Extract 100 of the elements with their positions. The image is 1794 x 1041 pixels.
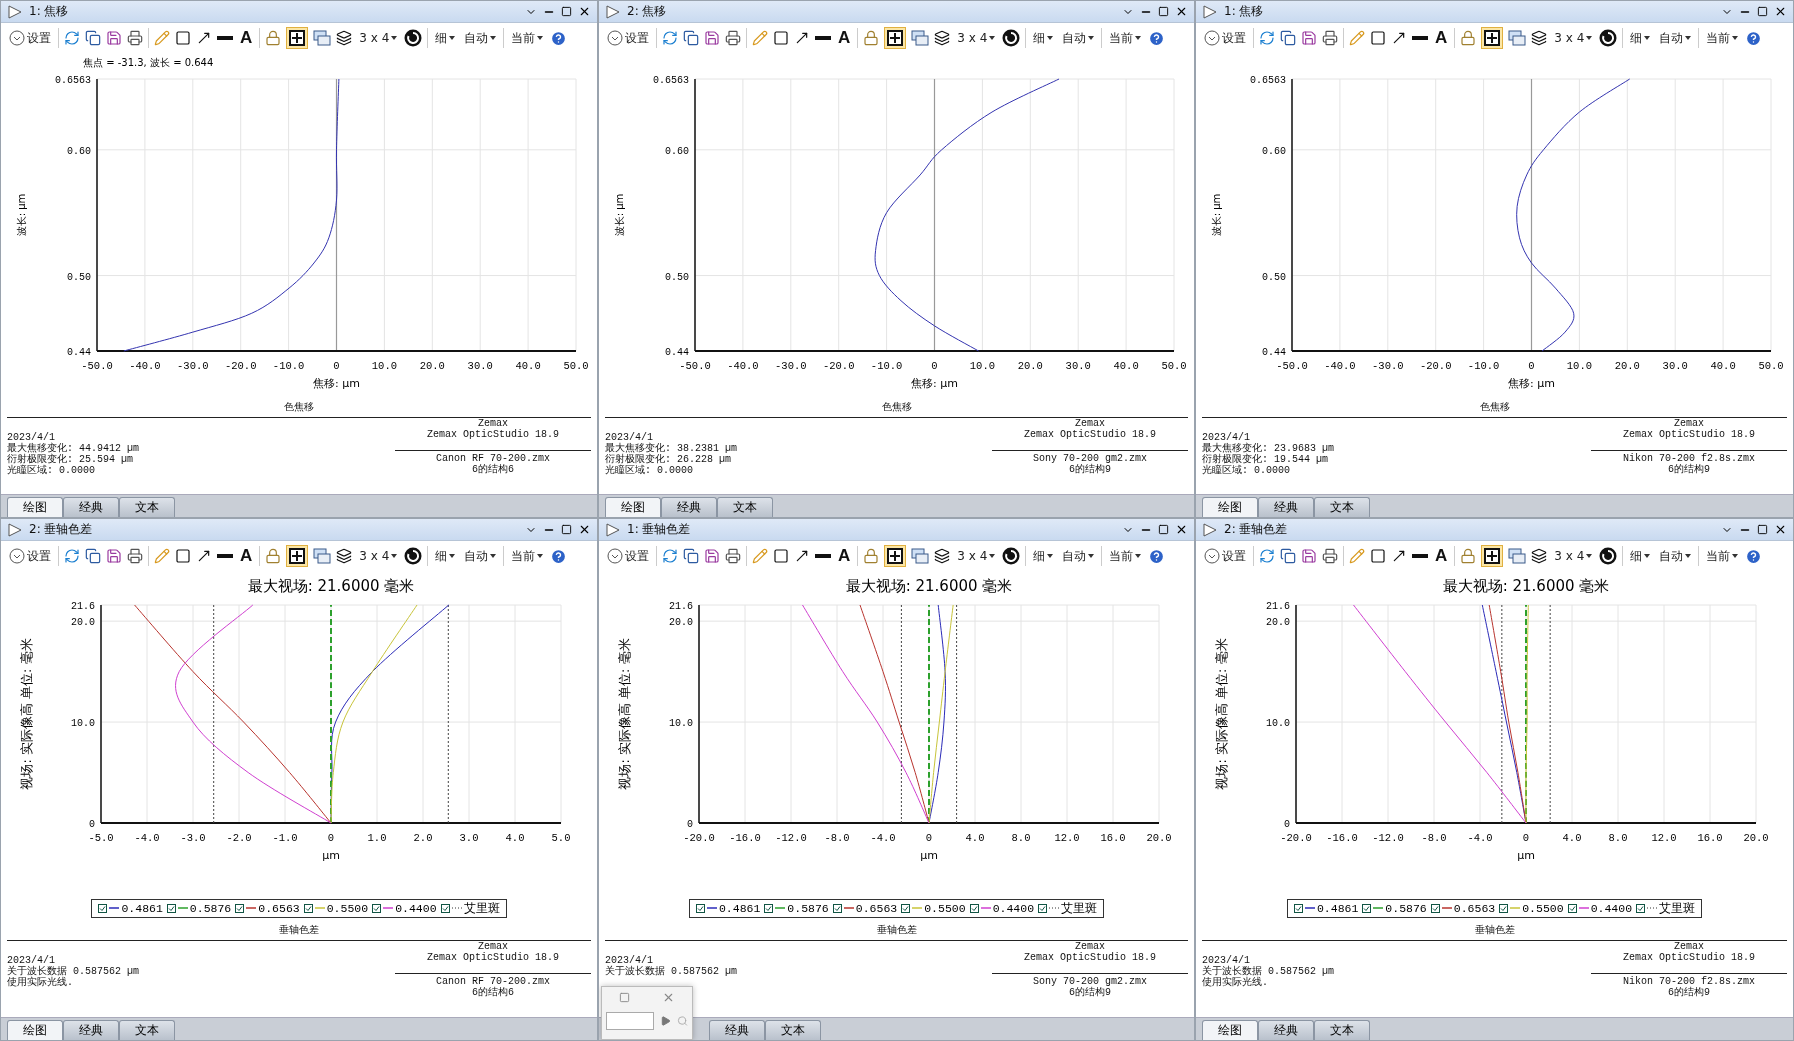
rotate-icon[interactable] <box>1002 29 1021 47</box>
scale-dropdown[interactable]: 自动 <box>1060 547 1097 565</box>
layout-dropdown[interactable]: 3 x 4 <box>1552 549 1595 563</box>
settings-button[interactable]: 设置 <box>1202 29 1248 47</box>
check-icon[interactable] <box>832 903 842 913</box>
help-icon[interactable] <box>1745 547 1763 565</box>
config-dropdown[interactable]: 当前 <box>1107 29 1144 47</box>
arrow-icon[interactable] <box>1391 30 1407 46</box>
scale-dropdown[interactable]: 自动 <box>462 547 499 565</box>
view-tab[interactable]: 经典 <box>63 497 119 517</box>
close-icon[interactable] <box>1774 523 1787 536</box>
layers-icon[interactable] <box>934 548 951 564</box>
layout-dropdown[interactable]: 3 x 4 <box>357 31 400 45</box>
check-icon[interactable] <box>969 903 979 913</box>
windows-icon[interactable] <box>911 30 930 46</box>
text-tool-button[interactable]: A <box>238 28 255 48</box>
arrow-icon[interactable] <box>196 30 212 46</box>
printer-icon[interactable] <box>1322 30 1338 46</box>
layout-dropdown[interactable]: 3 x 4 <box>1552 31 1595 45</box>
view-tab[interactable]: 文本 <box>717 497 773 517</box>
scale-dropdown[interactable]: 自动 <box>1060 29 1097 47</box>
scale-dropdown[interactable]: 自动 <box>1657 547 1694 565</box>
windows-icon[interactable] <box>1508 548 1527 564</box>
close-icon[interactable] <box>1175 5 1188 18</box>
rectangle-icon[interactable] <box>1370 548 1386 564</box>
tile-view-button[interactable] <box>884 545 907 567</box>
text-tool-button[interactable]: A <box>1433 546 1450 566</box>
text-tool-button[interactable]: A <box>1433 28 1450 48</box>
view-tab[interactable]: 文本 <box>1314 1020 1370 1040</box>
rotate-icon[interactable] <box>1599 547 1618 565</box>
arrow-icon[interactable] <box>1391 548 1407 564</box>
save-icon[interactable] <box>106 548 122 564</box>
check-icon[interactable] <box>695 903 705 913</box>
text-tool-button[interactable]: A <box>836 28 853 48</box>
line-width-dropdown[interactable]: 细 <box>1031 29 1056 47</box>
windows-icon[interactable] <box>313 548 332 564</box>
layout-dropdown[interactable]: 3 x 4 <box>357 549 400 563</box>
check-icon[interactable] <box>303 903 313 913</box>
tile-view-button[interactable] <box>884 27 907 49</box>
config-dropdown[interactable]: 当前 <box>509 29 546 47</box>
copy-icon[interactable] <box>85 30 101 46</box>
maximize-icon[interactable] <box>1757 6 1768 17</box>
settings-button[interactable]: 设置 <box>7 29 53 47</box>
printer-icon[interactable] <box>127 30 143 46</box>
arrow-icon[interactable] <box>196 548 212 564</box>
windows-icon[interactable] <box>911 548 930 564</box>
view-tab[interactable]: 绘图 <box>7 497 63 517</box>
help-icon[interactable] <box>1745 29 1763 47</box>
lock-icon[interactable] <box>863 548 880 564</box>
close-icon[interactable] <box>1774 5 1787 18</box>
view-tab[interactable]: 经典 <box>709 1020 765 1040</box>
input-field[interactable] <box>606 1012 654 1030</box>
check-icon[interactable] <box>98 903 108 913</box>
view-tab[interactable]: 文本 <box>119 497 175 517</box>
layers-icon[interactable] <box>336 548 353 564</box>
printer-icon[interactable] <box>1322 548 1338 564</box>
layers-icon[interactable] <box>1531 548 1548 564</box>
save-icon[interactable] <box>704 30 720 46</box>
settings-button[interactable]: 设置 <box>7 547 53 565</box>
refresh-icon[interactable] <box>1259 548 1275 564</box>
check-icon[interactable] <box>1362 903 1372 913</box>
layers-icon[interactable] <box>336 30 353 46</box>
line-width-dropdown[interactable]: 细 <box>433 547 458 565</box>
settings-button[interactable]: 设置 <box>1202 547 1248 565</box>
rotate-icon[interactable] <box>1599 29 1618 47</box>
refresh-icon[interactable] <box>64 30 80 46</box>
copy-icon[interactable] <box>85 548 101 564</box>
lock-icon[interactable] <box>265 30 282 46</box>
check-icon[interactable] <box>1636 903 1646 913</box>
windows-icon[interactable] <box>1508 30 1527 46</box>
view-tab[interactable]: 经典 <box>1258 497 1314 517</box>
refresh-icon[interactable] <box>1259 30 1275 46</box>
copy-icon[interactable] <box>1280 30 1296 46</box>
text-tool-button[interactable]: A <box>238 546 255 566</box>
view-tab[interactable]: 经典 <box>1258 1020 1314 1040</box>
line-width-dropdown[interactable]: 细 <box>1031 547 1056 565</box>
config-dropdown[interactable]: 当前 <box>1704 547 1741 565</box>
help-icon[interactable] <box>1148 547 1166 565</box>
scale-dropdown[interactable]: 自动 <box>462 29 499 47</box>
check-icon[interactable] <box>1293 903 1303 913</box>
arrow-icon[interactable] <box>794 30 810 46</box>
close-icon[interactable] <box>1175 523 1188 536</box>
maximize-icon[interactable] <box>1158 524 1169 535</box>
close-icon[interactable] <box>578 523 591 536</box>
line-width-dropdown[interactable]: 细 <box>1628 547 1653 565</box>
layout-dropdown[interactable]: 3 x 4 <box>955 31 998 45</box>
settings-button[interactable]: 设置 <box>605 547 651 565</box>
settings-button[interactable]: 设置 <box>605 29 651 47</box>
arrow-icon[interactable] <box>794 548 810 564</box>
tile-view-button[interactable] <box>286 545 309 567</box>
rectangle-icon[interactable] <box>773 30 789 46</box>
help-icon[interactable] <box>550 29 568 47</box>
view-tab[interactable]: 经典 <box>661 497 717 517</box>
lock-icon[interactable] <box>1460 548 1477 564</box>
line-width-dropdown[interactable]: 细 <box>1628 29 1653 47</box>
check-icon[interactable] <box>235 903 245 913</box>
rectangle-icon[interactable] <box>175 548 191 564</box>
rectangle-icon[interactable] <box>175 30 191 46</box>
view-tab[interactable]: 文本 <box>119 1020 175 1040</box>
lock-icon[interactable] <box>863 30 880 46</box>
